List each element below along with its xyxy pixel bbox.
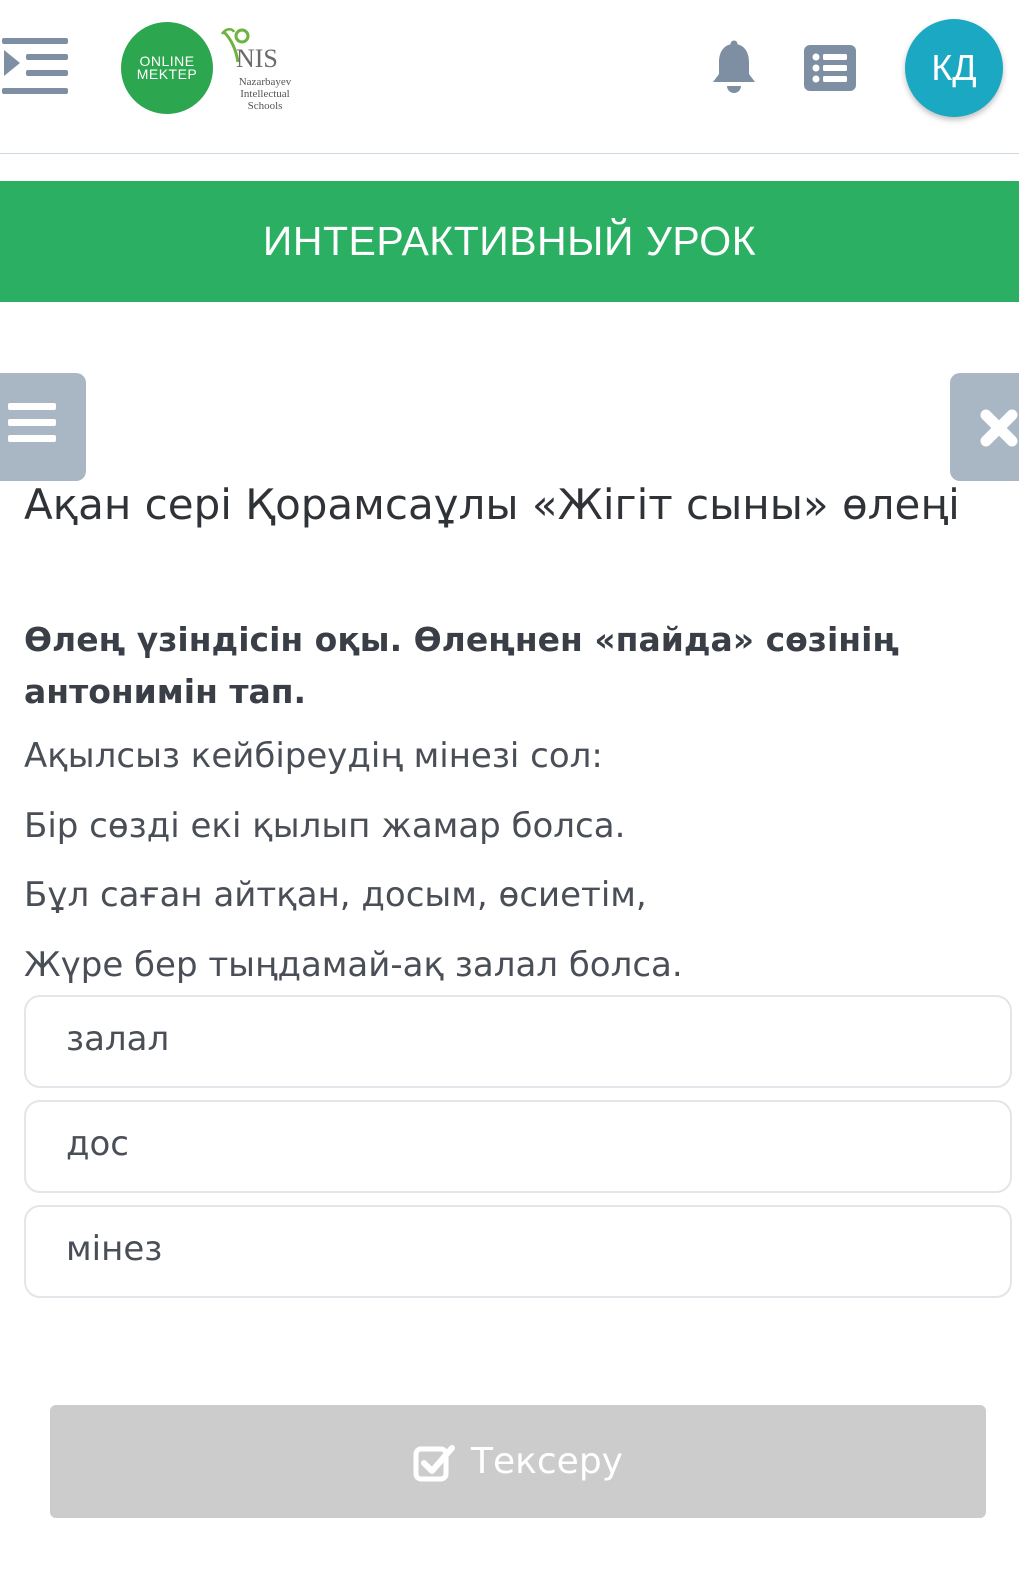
lesson-title: Ақан сері Қорамсаұлы «Жігіт сыны» өлеңі bbox=[24, 480, 960, 529]
check-answer-button[interactable]: Тексеру bbox=[50, 1405, 986, 1518]
lesson-banner: ИНТЕРАКТИВНЫЙ УРОК bbox=[0, 181, 1019, 302]
sidebar-toggle-icon[interactable] bbox=[2, 36, 70, 102]
answer-option-label: залал bbox=[66, 1019, 170, 1059]
logo-nis-sub-line: Schools bbox=[247, 100, 283, 112]
hamburger-menu-button[interactable] bbox=[0, 373, 86, 481]
answer-option[interactable]: залал bbox=[24, 995, 1012, 1088]
poem-line: Бұл саған айтқан, досым, өсиетім, bbox=[24, 875, 647, 915]
online-mektep-logo: ONLINE MEKTEP bbox=[121, 22, 213, 114]
close-panel-button[interactable] bbox=[950, 373, 1019, 481]
logo-nis-subtitle: Nazarbayev Intellectual Schools bbox=[220, 76, 310, 112]
logo-mektep-text: MEKTEP bbox=[136, 66, 198, 82]
bell-icon[interactable] bbox=[710, 40, 758, 96]
check-answer-label: Тексеру bbox=[471, 1441, 623, 1482]
logo-nis-sub-line: Nazarbayev bbox=[238, 76, 292, 88]
poem-line: Жүре бер тыңдамай-ақ залал болса. bbox=[24, 945, 683, 985]
check-square-icon bbox=[413, 1444, 455, 1481]
top-header: ONLINE MEKTEP NIS Nazarbayev Intellectua… bbox=[0, 0, 1019, 154]
logo-nis-sub-line: Intellectual bbox=[240, 88, 290, 100]
close-icon bbox=[980, 409, 1018, 447]
answer-option[interactable]: дос bbox=[24, 1100, 1012, 1193]
hamburger-icon bbox=[8, 403, 56, 442]
avatar-initials: КД bbox=[931, 47, 977, 88]
answer-option-label: дос bbox=[66, 1124, 130, 1164]
poem-line: Бір сөзді екі қылып жамар болса. bbox=[24, 806, 626, 846]
poem-line: Ақылсыз кейбіреудің мінезі сол: bbox=[24, 736, 603, 776]
list-icon[interactable] bbox=[804, 45, 856, 91]
question-text: Өлең үзіндісін оқы. Өлеңнен «пайда» сөзі… bbox=[24, 620, 900, 711]
logo-nis-text: NIS bbox=[236, 44, 278, 73]
answer-option-label: мінез bbox=[66, 1229, 163, 1269]
nis-logo: NIS Nazarbayev Intellectual Schools bbox=[218, 24, 302, 116]
user-avatar[interactable]: КД bbox=[905, 19, 1003, 117]
banner-title: ИНТЕРАКТИВНЫЙ УРОК bbox=[262, 218, 757, 264]
answer-option[interactable]: мінез bbox=[24, 1205, 1012, 1298]
